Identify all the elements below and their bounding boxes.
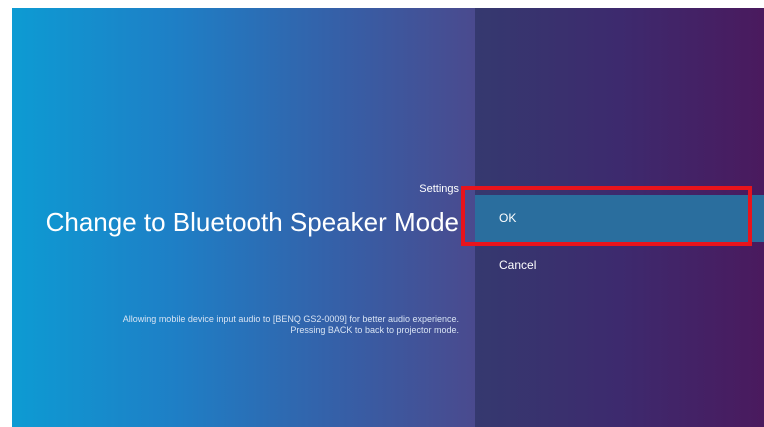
description-line: Allowing mobile device input audio to [B… [122,314,459,324]
dialog-info-panel: Settings Change to Bluetooth Speaker Mod… [12,8,475,427]
action-menu-panel: OK Cancel [475,8,764,427]
breadcrumb: Settings [419,183,459,195]
action-menu: OK Cancel [475,195,764,289]
ok-button[interactable]: OK [475,195,764,242]
dialog-description: Allowing mobile device input audio to [B… [19,314,459,336]
tv-settings-screen: Settings Change to Bluetooth Speaker Mod… [12,8,764,427]
dialog-title: Change to Bluetooth Speaker Mode [45,207,459,237]
description-line: Pressing BACK to back to projector mode. [290,325,459,335]
cancel-button[interactable]: Cancel [475,242,764,289]
